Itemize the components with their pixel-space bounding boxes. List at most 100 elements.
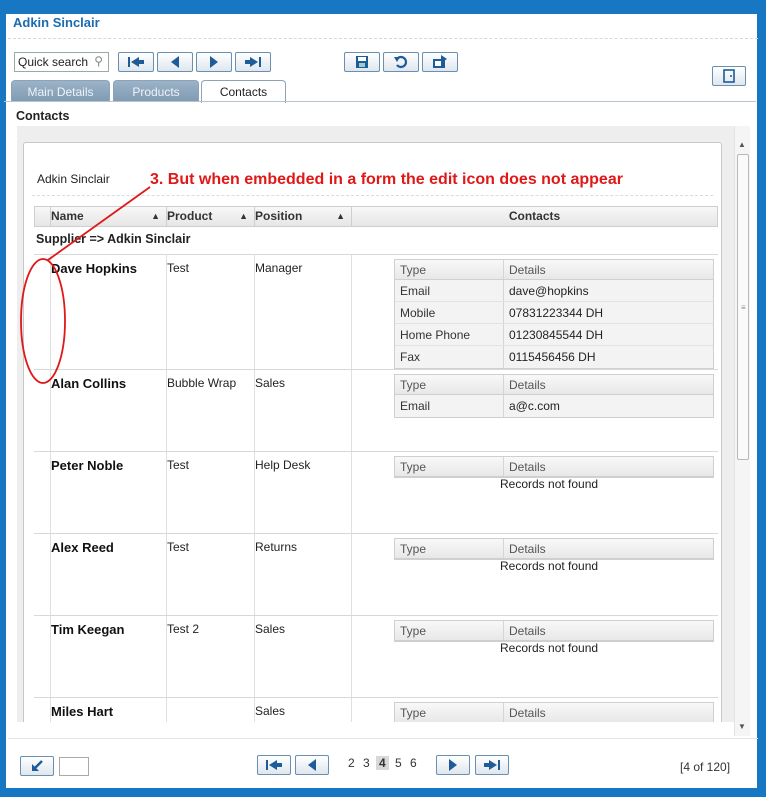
contact-product: Test 2 — [167, 622, 200, 636]
header-name[interactable]: Name ▲ — [51, 207, 167, 226]
tab-products[interactable]: Products — [113, 80, 199, 102]
contact-detail-row: Email a@c.com — [395, 395, 713, 417]
export-icon — [433, 55, 447, 68]
contact-name: Peter Noble — [51, 458, 124, 473]
table-row[interactable]: Alan Collins Bubble Wrap Sales Type Detai… — [34, 370, 718, 452]
tab-products-label: Products — [132, 84, 180, 99]
tab-main-details[interactable]: Main Details — [11, 80, 110, 102]
page-jump-input[interactable] — [59, 757, 89, 776]
first-icon — [266, 760, 282, 770]
scroll-up-icon[interactable]: ▲ — [738, 140, 746, 149]
sub-header-details: Details — [509, 459, 546, 474]
contact-detail-row: Email dave@hopkins — [395, 280, 713, 302]
exit-button[interactable] — [712, 66, 746, 86]
panel-title: Adkin Sinclair — [37, 172, 110, 186]
scroll-down-icon[interactable]: ▼ — [738, 722, 746, 731]
header-product[interactable]: Product ▲ — [167, 207, 255, 226]
sort-icon: ▲ — [239, 211, 248, 221]
detail-value: a@c.com — [509, 399, 560, 413]
page-link[interactable]: 2 — [348, 756, 355, 770]
quick-search-input[interactable]: Quick search ⚲ — [14, 52, 109, 72]
detail-type: Email — [395, 280, 504, 301]
sub-header-details: Details — [509, 377, 546, 392]
detail-value: 0115456456 DH — [509, 350, 596, 364]
sub-header-details: Details — [509, 705, 546, 720]
last-icon — [245, 57, 261, 67]
tab-contacts-label: Contacts — [219, 85, 268, 99]
window-title: Adkin Sinclair — [13, 15, 100, 30]
sub-header-type: Type — [395, 621, 504, 640]
panel-divider — [32, 195, 713, 196]
tab-divider — [4, 101, 756, 102]
last-page-button[interactable] — [475, 755, 509, 775]
records-not-found: Records not found — [500, 641, 599, 655]
grip-icon: ≡ — [741, 303, 746, 312]
first-record-button[interactable] — [118, 52, 154, 72]
previous-page-button[interactable] — [295, 755, 329, 775]
table-row[interactable]: Alex Reed Test Returns Type Details Recor… — [34, 534, 718, 616]
contact-position: Returns — [255, 540, 298, 554]
scroll-thumb[interactable]: ≡ — [737, 154, 749, 460]
next-icon — [210, 56, 218, 68]
last-record-button[interactable] — [235, 52, 271, 72]
contact-position: Sales — [255, 376, 286, 390]
detail-value: 01230845544 DH — [509, 327, 604, 342]
contact-details-table: Type Details Email dave@hopkins Mobile 0783… — [394, 259, 714, 369]
section-title: Contacts — [16, 109, 70, 123]
contact-product: Bubble Wrap — [167, 376, 237, 390]
first-icon — [128, 57, 144, 67]
export-button[interactable] — [422, 52, 458, 72]
header-position[interactable]: Position ▲ — [255, 207, 352, 226]
sort-icon: ▲ — [151, 211, 160, 221]
prev-icon — [308, 759, 316, 771]
records-not-found: Records not found — [500, 477, 599, 491]
page-link[interactable]: 5 — [395, 756, 402, 770]
save-button[interactable] — [344, 52, 380, 72]
contact-position: Manager — [255, 261, 303, 275]
table-row[interactable]: Dave Hopkins Test Manager Type Details Em… — [34, 254, 718, 370]
table-row[interactable]: Miles Hart Sales Type Details — [34, 698, 718, 722]
next-record-button[interactable] — [196, 52, 232, 72]
title-divider — [8, 38, 758, 39]
exit-icon — [723, 69, 735, 83]
header-contacts: Contacts — [352, 207, 717, 226]
detail-type: Fax — [395, 346, 504, 368]
next-page-button[interactable] — [436, 755, 470, 775]
contact-product: Test — [167, 458, 190, 472]
contacts-panel: Adkin Sinclair Name ▲ Product ▲ Position… — [23, 142, 722, 722]
records-not-found: Records not found — [500, 559, 599, 573]
undo-icon — [394, 55, 408, 69]
page-link[interactable]: 3 — [363, 756, 370, 770]
record-count: [4 of 120] — [680, 760, 731, 774]
quick-search-placeholder: Quick search — [18, 55, 89, 69]
sub-header-type: Type — [395, 457, 504, 476]
next-icon — [449, 759, 457, 771]
contact-name: Miles Hart — [51, 704, 114, 719]
sub-header-details: Details — [509, 262, 546, 277]
detail-value: 07831223344 DH — [509, 305, 604, 320]
contact-name: Alan Collins — [51, 376, 127, 391]
tab-contacts[interactable]: Contacts — [201, 80, 286, 103]
header-product-label: Product — [167, 209, 213, 223]
contact-position: Help Desk — [255, 458, 311, 472]
page-link[interactable]: 6 — [410, 756, 417, 770]
header-edit-col — [35, 207, 51, 226]
contact-details-table: Type Details — [394, 538, 714, 560]
vertical-scrollbar[interactable]: ▲ ≡ ▼ — [734, 126, 750, 736]
annotation-text: 3. But when embedded in a form the edit … — [150, 171, 623, 188]
contact-name: Dave Hopkins — [51, 261, 137, 276]
header-position-label: Position — [255, 209, 303, 223]
sort-icon: ▲ — [336, 211, 345, 221]
sub-header-details: Details — [509, 541, 546, 556]
sub-header-details: Details — [509, 623, 546, 638]
contact-detail-row: Home Phone 01230845544 DH — [395, 324, 713, 346]
sub-header-type: Type — [395, 703, 504, 722]
first-page-button[interactable] — [257, 755, 291, 775]
undo-button[interactable] — [383, 52, 419, 72]
table-row[interactable]: Tim Keegan Test 2 Sales Type Details Reco… — [34, 616, 718, 698]
previous-record-button[interactable] — [157, 52, 193, 72]
contact-details-table: Type Details Email a@c.com — [394, 374, 714, 418]
add-button[interactable] — [20, 756, 54, 776]
group-row: Supplier => Adkin Sinclair — [36, 232, 191, 246]
table-row[interactable]: Peter Noble Test Help Desk Type Details R… — [34, 452, 718, 534]
